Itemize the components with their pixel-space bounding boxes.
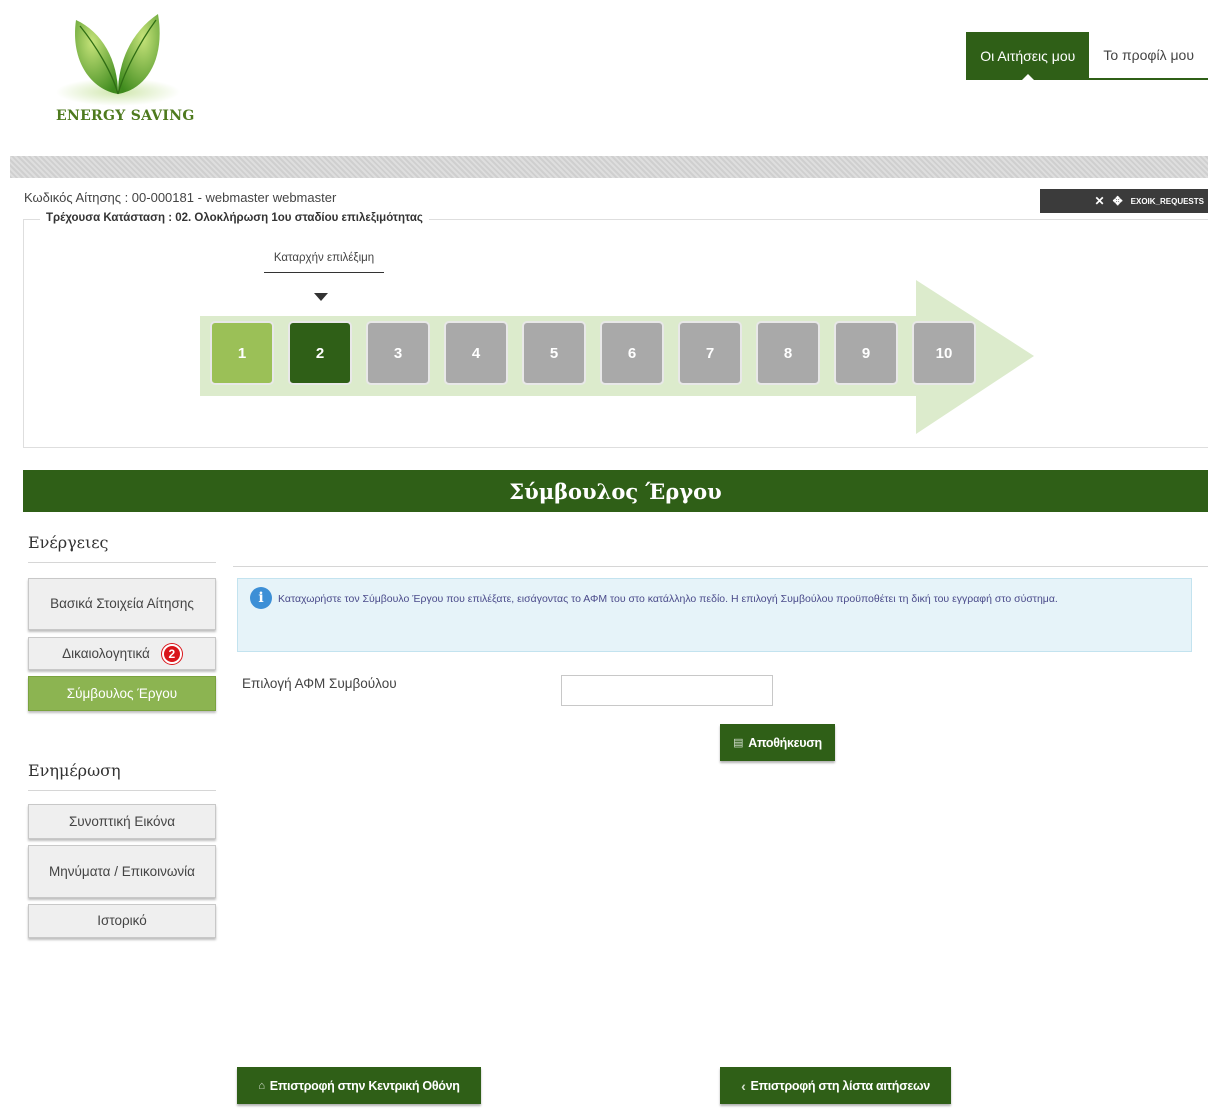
tab-my-profile[interactable]: Το προφίλ μου bbox=[1089, 32, 1208, 80]
current-status: Τρέχουσα Κατάσταση : 02. Ολοκλήρωση 1ου … bbox=[40, 212, 429, 224]
step-6: 6 bbox=[600, 321, 664, 385]
sidebar-item-project-consultant[interactable]: Σύμβουλος Έργου bbox=[28, 676, 216, 711]
step-8: 8 bbox=[756, 321, 820, 385]
step-5: 5 bbox=[522, 321, 586, 385]
content-divider bbox=[233, 566, 1208, 567]
save-button-label: Αποθήκευση bbox=[748, 735, 822, 750]
close-icon[interactable]: ✕ bbox=[1095, 195, 1105, 207]
sidebar-item-history[interactable]: Ιστορικό bbox=[28, 904, 216, 938]
step-7: 7 bbox=[678, 321, 742, 385]
back-to-list-label: Επιστροφή στη λίστα αιτήσεων bbox=[750, 1078, 930, 1093]
top-nav: Οι Αιτήσεις μου Το προφίλ μου bbox=[966, 32, 1208, 80]
sidebar-item-documents[interactable]: Δικαιολογητικά 2 bbox=[28, 637, 216, 670]
afm-label: Επιλογή ΑΦΜ Συμβούλου bbox=[242, 676, 397, 691]
sidebar-item-messages[interactable]: Μηνύματα / Επικοινωνία bbox=[28, 845, 216, 898]
back-to-home-button[interactable]: ⌂ Επιστροφή στην Κεντρική Οθόνη bbox=[237, 1067, 481, 1104]
step-2: 2 bbox=[288, 321, 352, 385]
back-to-home-label: Επιστροφή στην Κεντρική Οθόνη bbox=[269, 1078, 460, 1093]
chevron-left-icon: ‹ bbox=[741, 1077, 746, 1094]
save-button[interactable]: ▤ Αποθήκευση bbox=[720, 724, 835, 761]
info-alert: i Καταχωρήστε τον Σύμβουλο Έργου που επι… bbox=[237, 578, 1192, 652]
floppy-disk-icon: ▤ bbox=[733, 737, 744, 749]
section-title: Σύμβουλος Έργου bbox=[23, 470, 1208, 512]
back-to-list-button[interactable]: ‹ Επιστροφή στη λίστα αιτήσεων bbox=[720, 1067, 951, 1104]
info-message: Καταχωρήστε τον Σύμβουλο Έργου που επιλέ… bbox=[278, 593, 1058, 605]
toolbar-label: EXOIK_REQUESTS bbox=[1130, 196, 1204, 206]
tab-my-applications[interactable]: Οι Αιτήσεις μου bbox=[966, 32, 1090, 80]
step-1: 1 bbox=[210, 321, 274, 385]
progress-steps: 1 2 3 4 5 6 7 8 9 10 bbox=[210, 321, 976, 385]
info-icon: i bbox=[250, 587, 272, 609]
step-4: 4 bbox=[444, 321, 508, 385]
sidebar-item-label: Δικαιολογητικά bbox=[62, 645, 150, 661]
documents-count-badge: 2 bbox=[161, 643, 182, 664]
sidebar-item-overview[interactable]: Συνοπτική Εικόνα bbox=[28, 804, 216, 839]
current-step-label: Καταρχήν επιλέξιμη bbox=[264, 248, 384, 273]
sidebar-info-title: Ενημέρωση bbox=[28, 761, 216, 791]
step-9: 9 bbox=[834, 321, 898, 385]
header-divider bbox=[10, 156, 1208, 178]
leaves-logo-icon bbox=[56, 14, 180, 106]
afm-input[interactable] bbox=[561, 675, 773, 706]
brand-name: ENERGY SAVING bbox=[56, 108, 195, 124]
home-icon: ⌂ bbox=[258, 1079, 265, 1092]
status-panel: Τρέχουσα Κατάσταση : 02. Ολοκλήρωση 1ου … bbox=[23, 212, 1208, 448]
step-10: 10 bbox=[912, 321, 976, 385]
sidebar-actions-title: Ενέργειες bbox=[28, 533, 216, 563]
logo: ENERGY SAVING bbox=[52, 12, 202, 142]
sidebar-item-basic-info[interactable]: Βασικά Στοιχεία Αίτησης bbox=[28, 578, 216, 630]
step-pointer-icon bbox=[314, 293, 328, 301]
step-3: 3 bbox=[366, 321, 430, 385]
application-code: Κωδικός Αίτησης : 00-000181 - webmaster … bbox=[24, 190, 337, 205]
admin-toolbar: ✕ ✥ EXOIK_REQUESTS bbox=[1040, 189, 1208, 213]
move-icon[interactable]: ✥ bbox=[1113, 195, 1123, 207]
